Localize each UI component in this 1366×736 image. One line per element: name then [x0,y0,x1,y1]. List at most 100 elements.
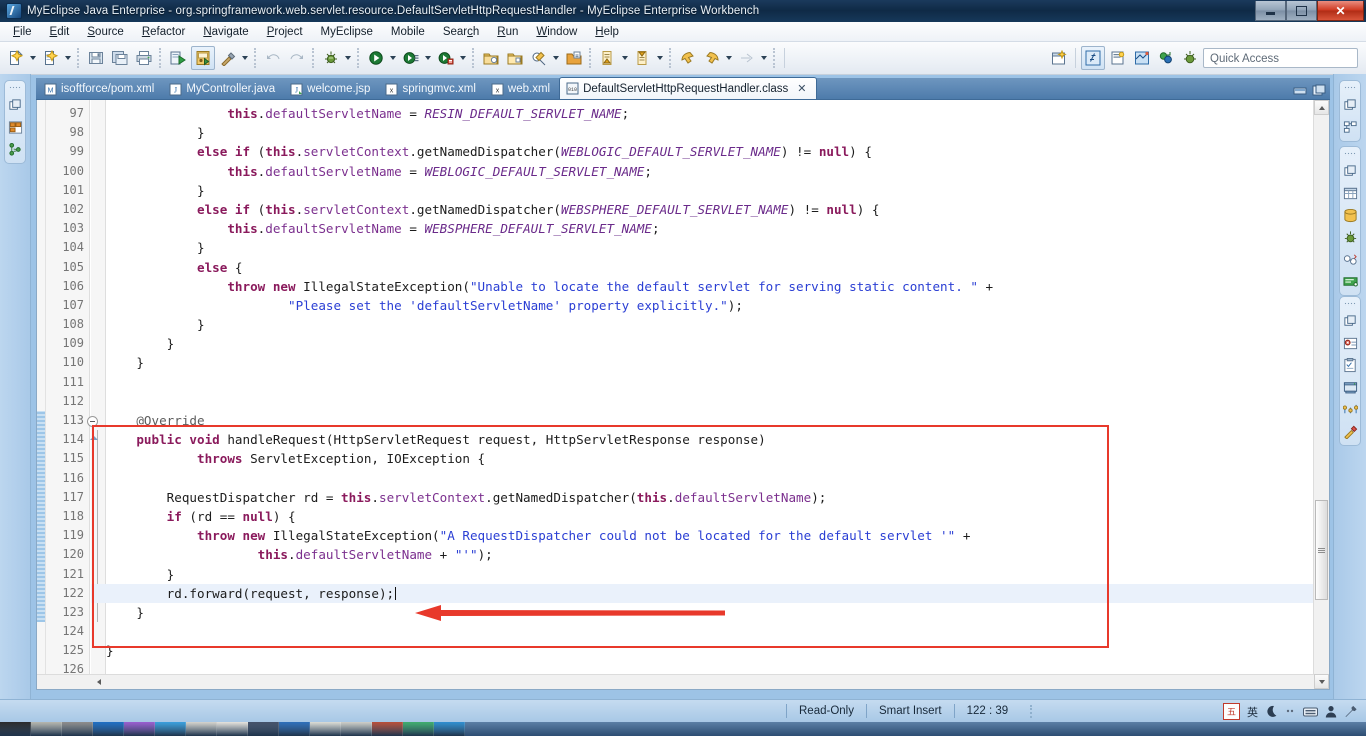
menu-edit[interactable]: Edit [41,24,79,40]
right-dock-breakpoints-button[interactable] [1342,251,1359,268]
next-annotation-button[interactable] [597,47,619,69]
open-perspective-button[interactable] [1048,47,1070,69]
chevron-down-icon[interactable] [240,47,249,69]
next-edit-button[interactable] [736,47,758,69]
taskbar-item-4[interactable] [93,722,124,736]
taskbar-item-14[interactable] [403,722,434,736]
taskbar-item-9[interactable] [248,722,279,736]
editor-tab-mycontroller-java[interactable]: J MyController.java [163,79,284,99]
left-dock-restore-view-button[interactable] [7,97,24,114]
debug-perspective-button[interactable] [1179,47,1201,69]
scroll-down-button[interactable] [1314,674,1329,689]
menu-mobile[interactable]: Mobile [382,24,434,40]
chevron-down-icon[interactable] [458,47,467,69]
taskbar-item-12[interactable] [341,722,372,736]
taskbar-item-2[interactable] [31,722,62,736]
maximize-button[interactable] [1286,1,1317,21]
right-dock-debug-bug-button[interactable] [1342,229,1359,246]
right-dock-restore-view-button[interactable] [1342,313,1359,330]
scroll-left-button[interactable] [91,675,106,688]
open-type-button[interactable] [480,47,502,69]
chevron-down-icon[interactable] [620,47,629,69]
print-button[interactable] [133,47,155,69]
java-perspective-button[interactable] [1107,47,1129,69]
ime-mode-icon[interactable]: 五 [1223,703,1240,720]
minimize-editor-icon[interactable] [1293,84,1307,97]
taskbar-item-13[interactable] [372,722,403,736]
run-server-button[interactable] [191,46,215,70]
vertical-scroll-thumb[interactable] [1315,500,1328,600]
editor-tab-welcome-jsp[interactable]: Jwelcome.jsp [284,79,379,99]
taskbar-item-5[interactable] [124,722,155,736]
minimize-button[interactable] [1255,1,1286,21]
run-button[interactable] [365,47,387,69]
close-tab-icon[interactable]: ✕ [797,82,806,95]
forward-button[interactable] [701,47,723,69]
right-dock-tasks-view-button[interactable] [1342,357,1359,374]
chevron-down-icon[interactable] [759,47,768,69]
close-button[interactable]: ✕ [1317,1,1364,21]
chevron-down-icon[interactable] [63,47,72,69]
drag-grip[interactable] [9,86,21,90]
menu-refactor[interactable]: Refactor [133,24,194,40]
menu-myeclipse[interactable]: MyEclipse [312,24,382,40]
editor-vertical-scrollbar[interactable] [1313,100,1329,689]
right-dock-restore-view-button[interactable] [1342,163,1359,180]
ime-language-label[interactable]: 英 [1247,704,1258,720]
menu-window[interactable]: Window [527,24,586,40]
right-dock-restore-view-button[interactable] [1342,97,1359,114]
redo-button[interactable] [286,47,308,69]
drag-grip[interactable] [1344,302,1356,306]
back-button[interactable] [677,47,699,69]
keyboard-icon[interactable] [1303,706,1318,718]
editor-tab-defaultservlethttprequesthandler-class[interactable]: 010 DefaultServletHttpRequestHandler.clas… [559,77,817,99]
save-button[interactable] [85,47,107,69]
chevron-down-icon[interactable] [655,47,664,69]
drag-grip[interactable] [1344,152,1356,156]
chevron-down-icon[interactable] [423,47,432,69]
run-external-button[interactable] [400,47,422,69]
right-dock-snippets-view-button[interactable] [1342,423,1359,440]
open-task-button[interactable] [563,47,585,69]
right-dock-db-browser-button[interactable] [1342,207,1359,224]
menu-source[interactable]: Source [78,24,132,40]
editor-tab-isoftforce-pom-xml[interactable]: Misoftforce/pom.xml [38,79,163,99]
build-hammer-button[interactable] [217,47,239,69]
person-icon[interactable] [1325,705,1337,718]
right-dock-properties-view-button[interactable] [1342,401,1359,418]
right-dock-servers-view-button[interactable] [1342,379,1359,396]
maximize-editor-icon[interactable] [1312,84,1326,97]
menu-project[interactable]: Project [258,24,312,40]
scroll-up-button[interactable] [1314,100,1329,115]
taskbar-item-10[interactable] [279,722,310,736]
taskbar-item-8[interactable] [217,722,248,736]
dots-icon[interactable] [1285,706,1296,717]
chevron-down-icon[interactable] [343,47,352,69]
chevron-down-icon[interactable] [724,47,733,69]
editor-horizontal-scrollbar[interactable] [37,674,1314,689]
myeclipse-java-enterprise-perspective-button[interactable] [1081,46,1105,70]
right-dock-problems-view-button[interactable] [1342,335,1359,352]
moon-icon[interactable] [1265,705,1278,718]
new-java-class-button[interactable] [40,47,62,69]
source-code-text[interactable]: this.defaultServletName = RESIN_DEFAULT_… [106,100,1313,689]
drag-grip[interactable] [1344,86,1356,90]
menu-navigate[interactable]: Navigate [194,24,257,40]
deploy-button[interactable] [167,47,189,69]
profile-button[interactable] [435,47,457,69]
right-dock-console-button[interactable] [1342,273,1359,290]
quick-access-input[interactable]: Quick Access [1203,48,1358,68]
menu-search[interactable]: Search [434,24,488,40]
collapse-fold-icon[interactable] [87,416,98,427]
search-pencil-button[interactable] [528,47,550,69]
taskbar-item-7[interactable] [186,722,217,736]
taskbar-item-15[interactable] [434,722,465,736]
editor-tab-web-xml[interactable]: x web.xml [485,79,559,99]
taskbar-item-6[interactable] [155,722,186,736]
chevron-down-icon[interactable] [388,47,397,69]
code-editor[interactable]: 97 98 99 100 101 102 103 104 105 106 107 108 109 110 1… [36,100,1330,690]
taskbar-item-1[interactable] [0,722,31,736]
taskbar-item-11[interactable] [310,722,341,736]
taskbar-item-3[interactable] [62,722,93,736]
marker-gutter[interactable] [37,100,46,689]
